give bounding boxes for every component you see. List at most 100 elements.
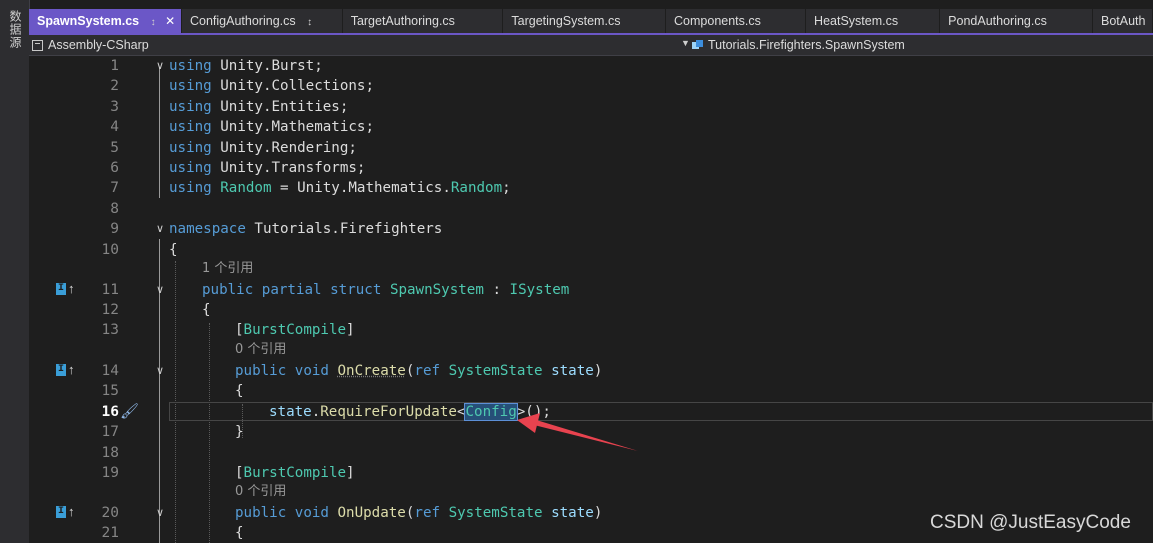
code-text: using Unity.Burst;	[169, 58, 323, 74]
close-icon[interactable]: ✕	[165, 14, 175, 28]
line-number: 18	[101, 444, 119, 461]
project-name: Assembly-CSharp	[48, 38, 149, 52]
document-tab-bar: SpawnSystem.cs ↕ ✕ ConfigAuthoring.cs ↕ …	[29, 9, 1153, 35]
member-dropdown[interactable]: Tutorials.Firefighters.SpawnSystem	[692, 37, 1153, 53]
codelens-references[interactable]: 0 个引用	[29, 482, 1153, 502]
project-dropdown[interactable]: Assembly-CSharp ▼	[32, 37, 690, 53]
code-line-4: 4 using Unity.Mathematics;	[29, 117, 1153, 137]
implement-icon[interactable]: I	[56, 505, 66, 518]
code-line-16-current: 🖌 16 state.RequireForUpdate<Config>();	[29, 401, 1153, 422]
code-text: using Unity.Mathematics;	[169, 119, 375, 136]
code-text: state.RequireForUpdate<Config>();	[269, 402, 551, 421]
code-line-7: 7 using Random = Unity.Mathematics.Rando…	[29, 178, 1153, 198]
code-line-13: 13 [BurstCompile]	[29, 320, 1153, 340]
fold-icon[interactable]: ∨	[154, 503, 166, 523]
codelens-references[interactable]: 0 个引用	[29, 340, 1153, 360]
csharp-project-icon	[32, 39, 43, 51]
line-number: 15	[101, 383, 119, 399]
code-text: using Unity.Rendering;	[169, 139, 357, 156]
implement-icon[interactable]: I	[56, 282, 66, 295]
member-name: Tutorials.Firefighters.SpawnSystem	[708, 38, 905, 52]
tab-label: BotAuth	[1100, 14, 1146, 28]
line-number: 3	[110, 98, 119, 115]
line-number: 1	[110, 58, 119, 74]
code-line-10: 10 {	[29, 240, 1153, 260]
tab-label: TargetAuthoring.cs	[350, 14, 455, 28]
tab-label: Components.cs	[674, 14, 761, 28]
tab-pondauthoring[interactable]: PondAuthoring.cs	[940, 9, 1093, 33]
quick-actions-brush-icon[interactable]: 🖌	[120, 402, 139, 422]
code-line-8: 8	[29, 199, 1153, 219]
fold-icon[interactable]: ∨	[154, 361, 166, 381]
tab-label: SpawnSystem.cs	[37, 14, 140, 28]
code-text: public void OnUpdate(ref SystemState sta…	[235, 504, 603, 521]
arrow-up-icon: ↑	[68, 361, 75, 377]
line-number: 8	[110, 200, 119, 217]
tab-components[interactable]: Components.cs	[666, 9, 807, 33]
references-count[interactable]: 1 个引用	[202, 259, 253, 279]
line-number: 11	[101, 281, 119, 298]
code-text: [BurstCompile]	[235, 322, 355, 339]
references-count[interactable]: 0 个引用	[235, 482, 286, 502]
fold-icon[interactable]: ∨	[154, 219, 166, 239]
code-text: {	[202, 302, 211, 318]
implement-icon[interactable]: I	[56, 363, 66, 376]
code-line-5: 5 using Unity.Rendering;	[29, 138, 1153, 158]
tab-heatsystem[interactable]: HeatSystem.cs	[806, 9, 941, 33]
line-number: 13	[101, 322, 119, 339]
tab-targetingsystem[interactable]: TargetingSystem.cs	[503, 9, 667, 33]
data-source-tab[interactable]: 数据源	[7, 10, 24, 49]
line-number: 12	[101, 302, 119, 318]
chevron-down-icon[interactable]: ▼	[681, 38, 690, 48]
code-text: public void OnCreate(ref SystemState sta…	[235, 362, 603, 379]
references-count[interactable]: 0 个引用	[235, 340, 286, 360]
line-number: 19	[101, 464, 119, 481]
codelens-references[interactable]: 1 个引用	[29, 259, 1153, 279]
code-text: using Unity.Transforms;	[169, 160, 366, 176]
line-number: 16	[101, 403, 119, 420]
line-number: 9	[110, 221, 119, 238]
tab-configauthoring[interactable]: ConfigAuthoring.cs ↕	[182, 9, 343, 33]
code-text: [BurstCompile]	[235, 464, 355, 481]
tab-botauth[interactable]: BotAuth	[1092, 9, 1153, 33]
tab-spawnsystem[interactable]: SpawnSystem.cs ↕ ✕	[29, 9, 182, 33]
pin-icon[interactable]: ↕	[151, 17, 156, 28]
navigation-bar: Assembly-CSharp ▼ Tutorials.Firefighters…	[29, 35, 1153, 56]
code-text: {	[169, 241, 178, 258]
code-line-18: 18	[29, 443, 1153, 463]
code-line-15: 15 {	[29, 381, 1153, 401]
line-number: 6	[110, 160, 119, 176]
code-line-12: 12 {	[29, 300, 1153, 320]
code-line-6: 6 using Unity.Transforms;	[29, 158, 1153, 178]
tab-label: ConfigAuthoring.cs	[190, 14, 296, 28]
tab-label: HeatSystem.cs	[814, 14, 899, 28]
code-line-2: 2 using Unity.Collections;	[29, 76, 1153, 96]
line-number: 17	[101, 424, 119, 440]
line-number: 7	[110, 180, 119, 197]
code-text: public partial struct SpawnSystem : ISys…	[202, 281, 570, 298]
tab-targetauthoring[interactable]: TargetAuthoring.cs	[342, 9, 504, 33]
fold-icon[interactable]: ∨	[154, 280, 166, 300]
code-line-11: I ↑ 11 ∨ public partial struct SpawnSyst…	[29, 280, 1153, 300]
fold-icon[interactable]: ∨	[154, 56, 166, 76]
line-number: 4	[110, 119, 119, 136]
code-line-19: 19 [BurstCompile]	[29, 463, 1153, 483]
code-text: using Unity.Collections;	[169, 78, 375, 95]
arrow-up-icon: ↑	[68, 503, 75, 519]
watermark: CSDN @JustEasyCode	[930, 512, 1131, 533]
code-line-3: 3 using Unity.Entities;	[29, 97, 1153, 117]
code-line-9: 9 ∨ namespace Tutorials.Firefighters	[29, 219, 1153, 239]
code-editor[interactable]: 1 ∨ using Unity.Burst; 2 using Unity.Col…	[29, 56, 1153, 543]
code-text: {	[235, 383, 244, 399]
line-number: 14	[101, 362, 119, 379]
selected-type-config: Config	[464, 402, 518, 421]
line-number: 20	[101, 504, 119, 521]
pin-icon[interactable]: ↕	[307, 17, 312, 28]
code-text: }	[235, 424, 244, 440]
code-text: namespace Tutorials.Firefighters	[169, 221, 443, 238]
code-text: {	[235, 525, 244, 541]
code-text: using Unity.Entities;	[169, 98, 349, 115]
line-number: 5	[110, 139, 119, 156]
side-panel-strip: 数据源	[0, 0, 30, 543]
class-icon	[692, 39, 703, 51]
